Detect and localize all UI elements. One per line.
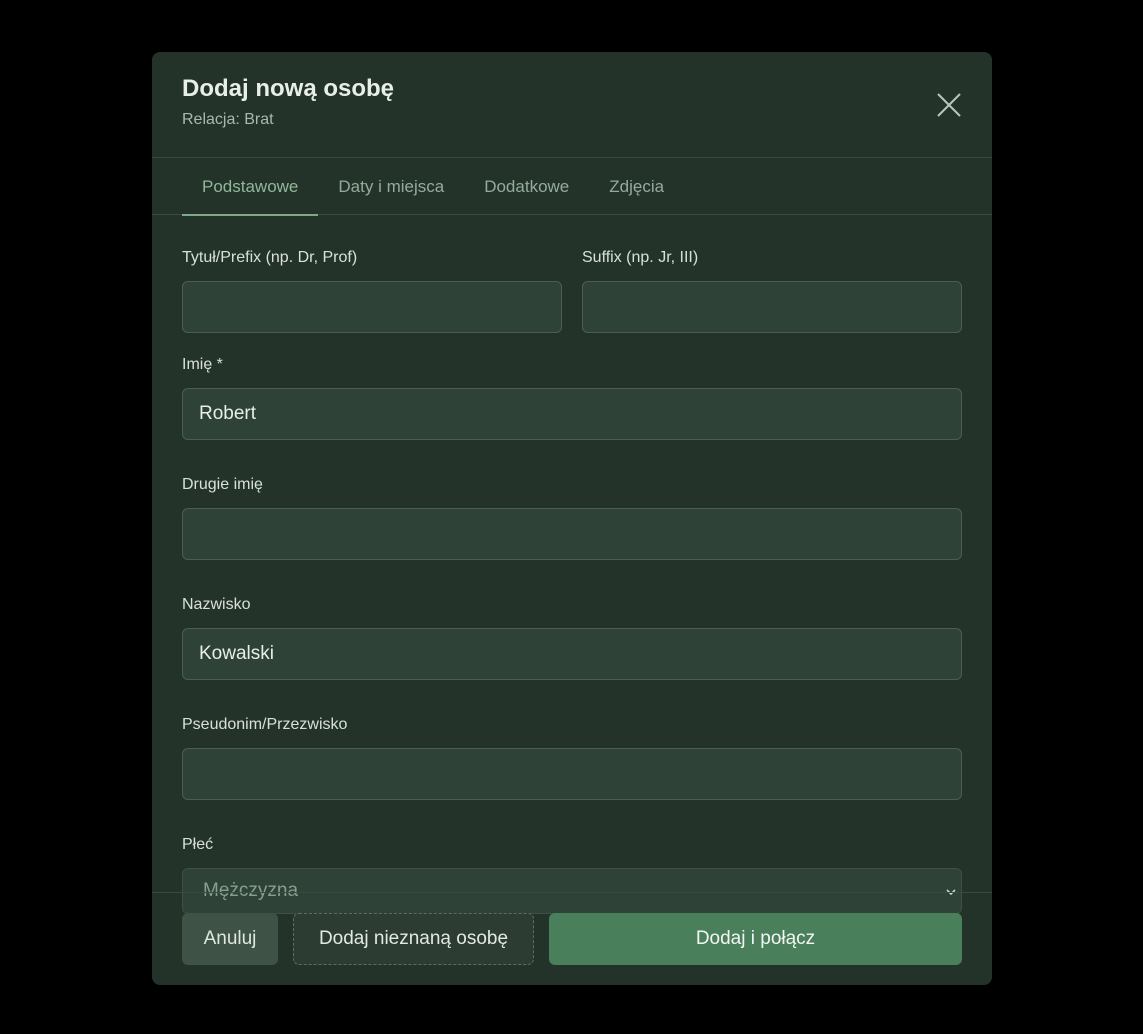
suffix-input[interactable]	[582, 281, 962, 333]
last-name-group: Nazwisko	[182, 595, 962, 680]
dialog-footer: Anuluj Dodaj nieznaną osobę Dodaj i połą…	[152, 892, 992, 985]
tab-basic[interactable]: Podstawowe	[182, 158, 319, 216]
last-name-label: Nazwisko	[182, 596, 251, 613]
tab-additional[interactable]: Dodatkowe	[464, 158, 589, 215]
prefix-suffix-row: Tytuł/Prefix (np. Dr, Prof) Suffix (np. …	[182, 248, 962, 333]
tab-dates-places[interactable]: Daty i miejsca	[318, 158, 464, 215]
add-person-dialog: Dodaj nową osobę Relacja: Brat Podstawow…	[152, 52, 992, 985]
dialog-header: Dodaj nową osobę Relacja: Brat	[152, 52, 992, 158]
cancel-button[interactable]: Anuluj	[182, 913, 278, 965]
suffix-label: Suffix (np. Jr, III)	[582, 249, 699, 266]
first-name-label: Imię *	[182, 356, 223, 373]
person-form: Tytuł/Prefix (np. Dr, Prof) Suffix (np. …	[152, 248, 992, 914]
relation-subtitle: Relacja: Brat	[182, 111, 274, 128]
add-and-connect-button[interactable]: Dodaj i połącz	[549, 913, 962, 965]
close-icon	[937, 93, 961, 117]
middle-name-label: Drugie imię	[182, 476, 263, 493]
middle-name-group: Drugie imię	[182, 475, 962, 560]
nickname-label: Pseudonim/Przezwisko	[182, 716, 348, 733]
prefix-label: Tytuł/Prefix (np. Dr, Prof)	[182, 249, 358, 266]
dialog-title: Dodaj nową osobę	[182, 75, 395, 102]
last-name-input[interactable]	[182, 628, 962, 680]
add-unknown-person-button[interactable]: Dodaj nieznaną osobę	[293, 913, 534, 965]
gender-label: Płeć	[182, 836, 214, 853]
tab-bar: Podstawowe Daty i miejsca Dodatkowe Zdję…	[152, 158, 992, 216]
prefix-group: Tytuł/Prefix (np. Dr, Prof)	[182, 248, 562, 333]
nickname-input[interactable]	[182, 748, 962, 800]
prefix-input[interactable]	[182, 281, 562, 333]
suffix-group: Suffix (np. Jr, III)	[582, 248, 962, 333]
close-button[interactable]	[934, 90, 964, 120]
nickname-group: Pseudonim/Przezwisko	[182, 715, 962, 800]
middle-name-input[interactable]	[182, 508, 962, 560]
tab-photos[interactable]: Zdjęcia	[589, 158, 684, 215]
first-name-group: Imię *	[182, 355, 962, 440]
first-name-input[interactable]	[182, 388, 962, 440]
